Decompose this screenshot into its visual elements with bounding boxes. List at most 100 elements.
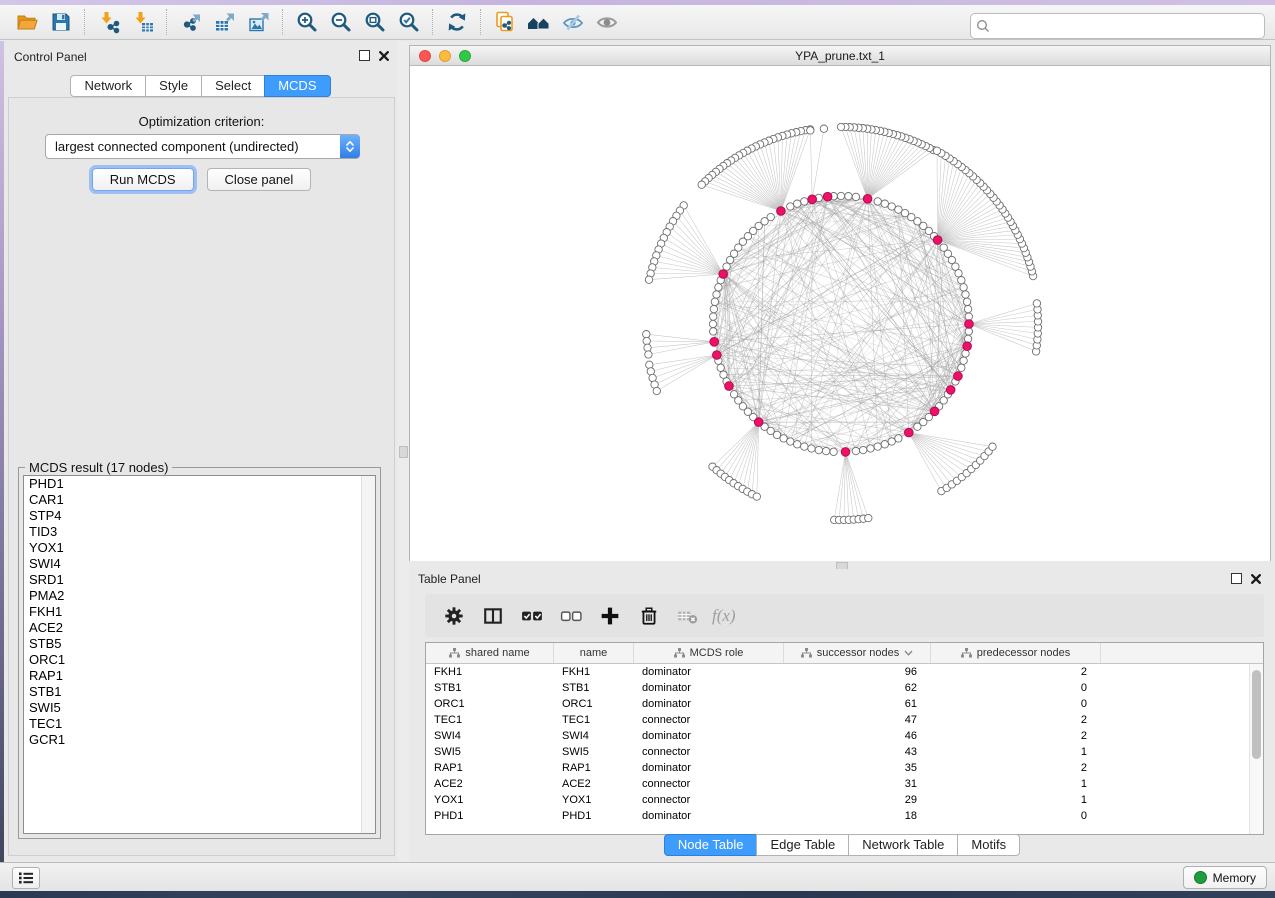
cell-name[interactable]: RAP1 — [554, 760, 634, 776]
cell-shared-name[interactable]: RAP1 — [426, 760, 554, 776]
float-panel-icon[interactable] — [1231, 573, 1242, 584]
cell-mcds-role[interactable]: dominator — [634, 760, 784, 776]
cell-name[interactable]: SWI5 — [554, 744, 634, 760]
cell-successor-nodes[interactable]: 18 — [784, 808, 931, 824]
close-panel-icon[interactable] — [379, 51, 389, 61]
cell-successor-nodes[interactable]: 35 — [784, 760, 931, 776]
cell-mcds-role[interactable]: connector — [634, 744, 784, 760]
optimization-criterion-select[interactable]: largest connected component (undirected) — [45, 134, 360, 159]
column-header-predecessor-nodes[interactable]: predecessor nodes — [931, 643, 1101, 663]
import-network-button[interactable] — [92, 7, 126, 37]
tab-mcds[interactable]: MCDS — [264, 75, 330, 97]
export-image-button[interactable] — [242, 7, 276, 37]
float-panel-icon[interactable] — [359, 50, 370, 61]
cell-successor-nodes[interactable]: 29 — [784, 792, 931, 808]
cell-shared-name[interactable]: TEC1 — [426, 712, 554, 728]
table-row[interactable]: STB1STB1dominator620 — [426, 680, 1263, 696]
apply-layout-button[interactable] — [440, 7, 474, 37]
network-graph[interactable] — [410, 66, 1270, 563]
show-all-button[interactable] — [590, 7, 624, 37]
cell-mcds-role[interactable]: dominator — [634, 696, 784, 712]
mcds-list-scrollbar[interactable] — [361, 476, 375, 833]
cell-shared-name[interactable]: ACE2 — [426, 776, 554, 792]
mcds-result-item[interactable]: STP4 — [24, 508, 375, 524]
export-network-button[interactable] — [174, 7, 208, 37]
cell-predecessor-nodes[interactable]: 2 — [931, 664, 1101, 680]
search-field[interactable] — [970, 13, 1265, 39]
cell-name[interactable]: ORC1 — [554, 696, 634, 712]
cell-predecessor-nodes[interactable]: 0 — [931, 680, 1101, 696]
memory-button[interactable]: Memory — [1183, 866, 1267, 889]
run-mcds-button[interactable]: Run MCDS — [92, 168, 194, 191]
zoom-out-button[interactable] — [324, 7, 358, 37]
tab-network[interactable]: Network — [70, 75, 146, 97]
cell-shared-name[interactable]: FKH1 — [426, 664, 554, 680]
cell-name[interactable]: ACE2 — [554, 776, 634, 792]
export-table-button[interactable] — [208, 7, 242, 37]
cell-shared-name[interactable]: SWI4 — [426, 728, 554, 744]
cell-mcds-role[interactable]: connector — [634, 792, 784, 808]
show-columns-button[interactable] — [478, 601, 508, 631]
import-table-button[interactable] — [126, 7, 160, 37]
mcds-result-item[interactable]: SWI5 — [24, 700, 375, 716]
zoom-in-button[interactable] — [290, 7, 324, 37]
mcds-result-list[interactable]: PHD1CAR1STP4TID3YOX1SWI4SRD1PMA2FKH1ACE2… — [23, 475, 376, 834]
search-input[interactable] — [995, 16, 1264, 36]
cell-mcds-role[interactable]: connector — [634, 776, 784, 792]
table-row[interactable]: SWI5SWI5connector431 — [426, 744, 1263, 760]
hide-selected-button[interactable] — [556, 7, 590, 37]
tab-select[interactable]: Select — [201, 75, 265, 97]
table-row[interactable]: RAP1RAP1dominator352 — [426, 760, 1263, 776]
mcds-result-item[interactable]: GCR1 — [24, 732, 375, 748]
table-row[interactable]: PHD1PHD1dominator180 — [426, 808, 1263, 824]
new-network-from-selection-button[interactable] — [488, 7, 522, 37]
select-all-button[interactable] — [517, 601, 547, 631]
tab-network-table[interactable]: Network Table — [848, 834, 958, 856]
function-builder-icon[interactable]: f(x) — [712, 606, 736, 626]
column-header-mcds-role[interactable]: MCDS role — [634, 643, 784, 663]
mcds-result-item[interactable]: SRD1 — [24, 572, 375, 588]
zoom-fit-button[interactable] — [358, 7, 392, 37]
cell-predecessor-nodes[interactable]: 1 — [931, 776, 1101, 792]
mcds-result-item[interactable]: CAR1 — [24, 492, 375, 508]
cell-mcds-role[interactable]: dominator — [634, 664, 784, 680]
cell-mcds-role[interactable]: dominator — [634, 680, 784, 696]
cell-mcds-role[interactable]: dominator — [634, 808, 784, 824]
cell-mcds-role[interactable]: connector — [634, 712, 784, 728]
mcds-result-item[interactable]: TID3 — [24, 524, 375, 540]
mcds-result-item[interactable]: PHD1 — [24, 476, 375, 492]
mcds-result-item[interactable]: YOX1 — [24, 540, 375, 556]
cell-predecessor-nodes[interactable]: 2 — [931, 728, 1101, 744]
cell-mcds-role[interactable]: dominator — [634, 728, 784, 744]
network-canvas[interactable] — [410, 66, 1270, 563]
tab-edge-table[interactable]: Edge Table — [756, 834, 849, 856]
scrollbar-thumb[interactable] — [1252, 670, 1261, 759]
mcds-result-item[interactable]: STB5 — [24, 636, 375, 652]
deselect-all-button[interactable] — [556, 601, 586, 631]
cell-name[interactable]: PHD1 — [554, 808, 634, 824]
table-scrollbar[interactable] — [1249, 664, 1263, 834]
mcds-result-item[interactable]: STB1 — [24, 684, 375, 700]
horizontal-splitter[interactable] — [409, 561, 1275, 569]
table-row[interactable]: FKH1FKH1dominator962 — [426, 664, 1263, 680]
cell-predecessor-nodes[interactable]: 1 — [931, 744, 1101, 760]
mcds-result-item[interactable]: RAP1 — [24, 668, 375, 684]
delete-table-button[interactable] — [673, 601, 703, 631]
column-header-name[interactable]: name — [554, 643, 634, 663]
cell-name[interactable]: STB1 — [554, 680, 634, 696]
mcds-result-item[interactable]: SWI4 — [24, 556, 375, 572]
cell-shared-name[interactable]: STB1 — [426, 680, 554, 696]
save-session-button[interactable] — [44, 7, 78, 37]
cell-predecessor-nodes[interactable]: 0 — [931, 808, 1101, 824]
mcds-result-item[interactable]: ORC1 — [24, 652, 375, 668]
open-file-button[interactable] — [10, 7, 44, 37]
cell-name[interactable]: TEC1 — [554, 712, 634, 728]
cell-successor-nodes[interactable]: 43 — [784, 744, 931, 760]
mcds-result-item[interactable]: ACE2 — [24, 620, 375, 636]
first-neighbors-button[interactable] — [522, 7, 556, 37]
cell-successor-nodes[interactable]: 96 — [784, 664, 931, 680]
table-row[interactable]: SWI4SWI4dominator462 — [426, 728, 1263, 744]
mcds-result-item[interactable]: TEC1 — [24, 716, 375, 732]
zoom-selected-button[interactable] — [392, 7, 426, 37]
cell-predecessor-nodes[interactable]: 2 — [931, 760, 1101, 776]
